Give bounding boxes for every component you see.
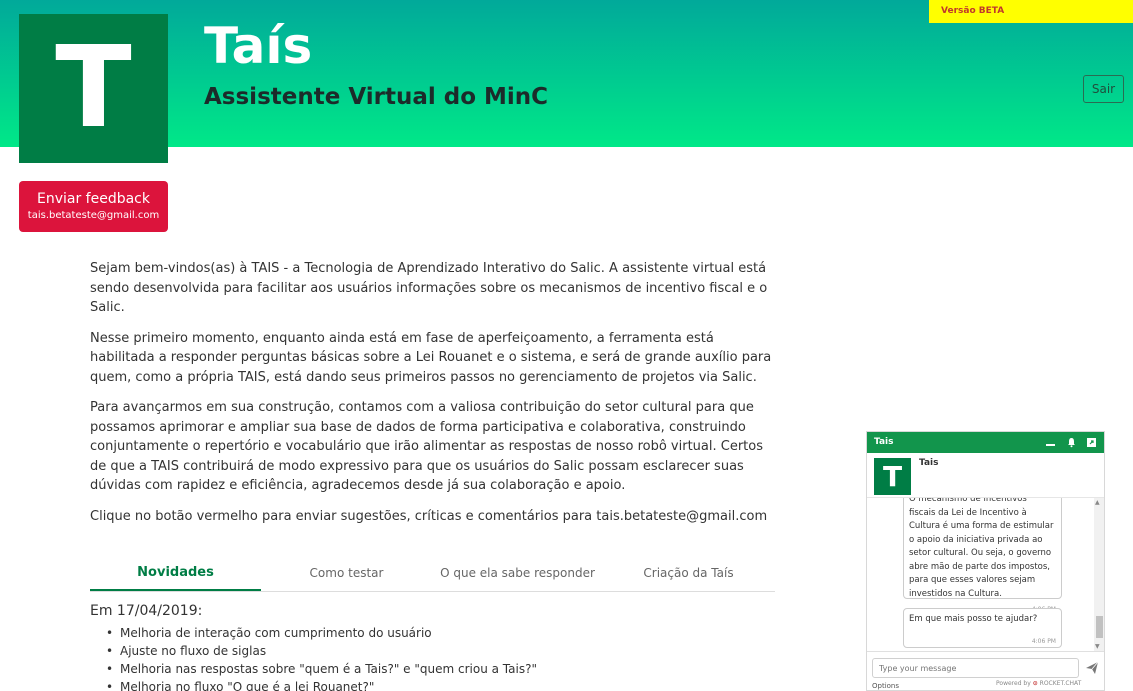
list-item: Ajuste no fluxo de siglas [90, 642, 780, 660]
expand-icon[interactable] [1086, 437, 1097, 448]
message-input[interactable] [872, 658, 1079, 678]
chat-agent-info: T Tais [867, 453, 1104, 498]
page-title: Taís [204, 17, 313, 75]
chat-message-text: O mecanismo de incentivos fiscais da Lei… [909, 498, 1054, 599]
chat-messages[interactable]: O mecanismo de incentivos fiscais da Lei… [867, 498, 1104, 651]
scroll-up-icon[interactable]: ▲ [1095, 499, 1100, 506]
intro-paragraph: Sejam bem-vindos(as) à TAIS - a Tecnolog… [90, 261, 768, 315]
agent-name: Tais [919, 458, 939, 468]
chat-message-text: Em que mais posso te ajudar? [909, 614, 1038, 624]
news-date: Em 17/04/2019: [90, 603, 203, 619]
tab-como-testar[interactable]: Como testar [261, 560, 432, 591]
news-panel: Em 17/04/2019: Melhoria de interação com… [90, 603, 780, 691]
page-subtitle: Assistente Virtual do MinC [204, 84, 549, 110]
chat-message: O mecanismo de incentivos fiscais da Lei… [903, 498, 1062, 613]
chat-widget: Tais T Tais O mecanismo de incentivos fi… [866, 431, 1105, 691]
rocket-chat-logo: ⊙ [1032, 680, 1038, 687]
minimize-icon[interactable] [1045, 437, 1056, 448]
news-list: Melhoria de interação com cumprimento do… [90, 624, 780, 691]
bell-icon[interactable] [1066, 437, 1077, 448]
chat-message: Em que mais posso te ajudar? 4:06 PM [903, 608, 1062, 648]
site-header: T Taís Assistente Virtual do MinC Versão… [0, 0, 1133, 163]
feedback-button[interactable]: Enviar feedback tais.betateste@gmail.com [19, 181, 168, 232]
intro-text: Sejam bem-vindos(as) à TAIS - a Tecnolog… [90, 259, 780, 537]
feedback-email: tais.betateste@gmail.com [27, 210, 160, 221]
intro-paragraph: Nesse primeiro momento, enquanto ainda e… [90, 330, 772, 385]
chat-header[interactable]: Tais [867, 432, 1104, 453]
powered-by-brand: ROCKET.CHAT [1039, 680, 1082, 687]
powered-by-label: Powered by [996, 680, 1031, 687]
intro-paragraph: Para avançarmos em sua construção, conta… [90, 400, 763, 493]
scroll-down-icon[interactable]: ▼ [1095, 643, 1100, 650]
tab-novidades[interactable]: Novidades [90, 560, 261, 591]
list-item: Melhoria de interação com cumprimento do… [90, 624, 780, 642]
tab-criacao-da-tais[interactable]: Criação da Taís [603, 560, 774, 591]
info-tabs: Novidades Como testar O que ela sabe res… [90, 560, 775, 592]
tais-logo: T [19, 14, 168, 163]
scrollbar-thumb[interactable] [1096, 616, 1103, 638]
intro-paragraph: Clique no botão vermelho para enviar sug… [90, 508, 768, 524]
avatar: T [874, 458, 911, 495]
send-icon[interactable] [1085, 660, 1099, 674]
list-item: Melhoria no fluxo "O que é a lei Rouanet… [90, 678, 780, 691]
tab-o-que-ela-sabe-responder[interactable]: O que ela sabe responder [432, 560, 603, 591]
list-item: Melhoria nas respostas sobre "quem é a T… [90, 660, 780, 678]
feedback-button-label: Enviar feedback [37, 191, 150, 207]
chat-options-link[interactable]: Options [872, 682, 899, 690]
chat-header-title: Tais [874, 437, 894, 447]
beta-badge: Versão BETA [929, 0, 1133, 23]
powered-by: Powered by ⊙ ROCKET.CHAT [996, 680, 1081, 687]
chat-composer: Options Powered by ⊙ ROCKET.CHAT [867, 651, 1104, 690]
logout-button[interactable]: Sair [1083, 75, 1124, 103]
chat-message-time: 4:06 PM [1031, 637, 1056, 645]
chat-scrollbar[interactable]: ▲ ▼ [1094, 498, 1104, 651]
